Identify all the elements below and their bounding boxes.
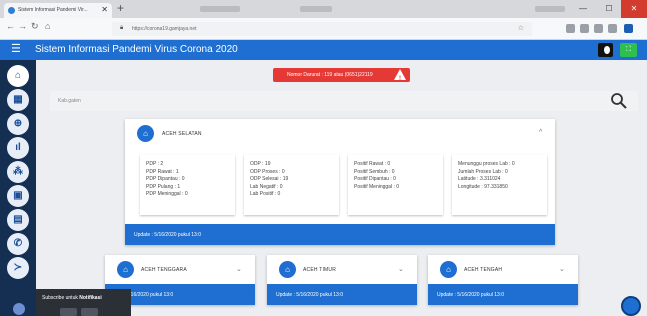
browser-tab-bar: Sistem Informasi Pandemi Vir... ✕ + — ☐ …: [0, 0, 647, 18]
url-text: https://corona19.gamjaya.net: [132, 26, 197, 32]
minimize-button[interactable]: —: [570, 0, 596, 18]
blurred-tab: [300, 6, 332, 12]
odp-stats: ODP : 19 ODP Proses : 0 ODP Selesai : 19…: [244, 155, 339, 215]
group-icon[interactable]: ⁂: [7, 161, 29, 183]
new-tab-button[interactable]: +: [117, 1, 124, 15]
region-card-aceh-timur[interactable]: ⌂ ACEH TIMUR ⌄ Update : 5/16/2020 pukul …: [267, 255, 417, 305]
map-icon[interactable]: ▦: [7, 89, 29, 111]
home-icon: ⌂: [117, 261, 134, 278]
stat-line: Lab Positif : 0: [250, 191, 281, 197]
terminal-icon[interactable]: ≻: [7, 257, 29, 279]
stat-line: Jumlah Proses Lab : 0: [458, 168, 508, 175]
stat-line: ODP Selesai : 19: [250, 176, 289, 182]
url-input[interactable]: 🔒︎ https://corona19.gamjaya.net ☆: [112, 22, 532, 36]
region-card-aceh-tengah[interactable]: ⌂ ACEH TENGAH ⌄ Update : 5/16/2020 pukul…: [428, 255, 578, 305]
floating-action-button[interactable]: [621, 296, 641, 316]
lab-stats: Menunggu proses Lab : 0 Jumlah Proses La…: [452, 155, 547, 215]
bookmark-star-icon[interactable]: ☆: [518, 24, 524, 32]
forward-icon[interactable]: →: [18, 21, 27, 31]
maximize-button[interactable]: ☐: [596, 0, 622, 18]
notification-text: Subscribe untuk Notifikasi: [42, 295, 102, 301]
chart-icon[interactable]: ıl: [7, 137, 29, 159]
stat-line: PDP Rawat : 1: [146, 168, 179, 175]
card-header[interactable]: ⌂ ACEH SELATAN ^: [125, 119, 555, 145]
back-icon[interactable]: ←: [6, 21, 15, 31]
warning-icon: [394, 69, 406, 86]
stat-line: PDP : 2: [146, 161, 164, 167]
lock-icon: 🔒︎: [120, 25, 124, 31]
update-bar: Update : 5/16/2020 pukul 13:0: [267, 284, 417, 305]
globe-icon[interactable]: ⊕: [7, 113, 29, 135]
search-icon[interactable]: [610, 92, 628, 110]
stat-line: Lab Negatif : 0: [250, 183, 283, 190]
region-title: ACEH TENGAH: [464, 267, 503, 273]
extension-icon[interactable]: [608, 24, 617, 33]
document-icon[interactable]: ▤: [7, 209, 29, 231]
page-title: Sistem Informasi Pandemi Virus Corona 20…: [35, 44, 238, 55]
app-header: ☰ Sistem Informasi Pandemi Virus Corona …: [0, 40, 647, 60]
stat-line: PDP Pulang : 1: [146, 183, 181, 190]
update-bar: Update : 5/16/2020 pukul 13:0: [125, 224, 555, 245]
menu-icon[interactable]: ☰: [11, 43, 21, 56]
notification-accept-button[interactable]: [60, 308, 77, 316]
stat-line: Longitude : 97.331850: [458, 183, 508, 190]
pdp-stats: PDP : 2 PDP Rawat : 1 PDP Dipantau : 0 P…: [140, 155, 235, 215]
home-browser-icon[interactable]: ⌂: [45, 21, 50, 31]
region-title: ACEH TENGGARA: [141, 267, 187, 273]
stat-line: ODP : 19: [250, 161, 271, 167]
close-window-button[interactable]: ✕: [621, 0, 647, 18]
region-title: ACEH TIMUR: [303, 267, 337, 273]
extension-icon[interactable]: [594, 24, 603, 33]
region-title: ACEH SELATAN: [162, 131, 202, 137]
update-bar: Update : 5/16/2020 pukul 13:0: [428, 284, 578, 305]
blurred-tab: [200, 6, 240, 12]
emergency-number-badge[interactable]: Nomor Darurat : 119 atau (0651)22119: [273, 68, 410, 86]
home-icon[interactable]: ⌂: [7, 65, 29, 87]
stat-line: Positif Meninggal : 0: [354, 183, 400, 190]
sidebar: ⌂ ▦ ⊕ ıl ⁂ ▣ ▤ ✆ ≻: [0, 60, 36, 316]
search-input[interactable]: Kab.gaten: [50, 91, 638, 111]
fullscreen-button[interactable]: ⛶: [620, 43, 637, 57]
positif-stats: Positif Rawat : 0 Positif Sembuh : 0 Pos…: [348, 155, 443, 215]
reload-icon[interactable]: ↻: [31, 21, 39, 32]
stat-line: PDP Dipantau : 0: [146, 176, 185, 182]
chevron-down-icon[interactable]: ⌄: [398, 265, 404, 273]
home-icon: ⌂: [440, 261, 457, 278]
tab-close-icon[interactable]: ✕: [101, 5, 108, 14]
chevron-up-icon[interactable]: ^: [539, 129, 542, 136]
moon-icon[interactable]: [598, 43, 613, 57]
extension-icon[interactable]: [580, 24, 589, 33]
search-placeholder: Kab.gaten: [58, 98, 81, 104]
chevron-down-icon[interactable]: ⌄: [236, 265, 242, 273]
stat-line: Positif Sembuh : 0: [354, 168, 395, 175]
home-icon: ⌂: [137, 125, 154, 142]
address-bar-row: ← → ↻ ⌂ 🔒︎ https://corona19.gamjaya.net …: [0, 18, 647, 40]
inbox-icon[interactable]: ▣: [7, 185, 29, 207]
notification-decline-button[interactable]: [81, 308, 98, 316]
stat-line: PDP Meninggal : 0: [146, 191, 188, 197]
emergency-number-text: Nomor Darurat : 119 atau (0651)22119: [287, 72, 373, 78]
stat-line: ODP Proses : 0: [250, 168, 285, 175]
stat-line: Latitude : 3.311024: [458, 176, 501, 182]
stat-line: Menunggu proses Lab : 0: [458, 161, 515, 167]
stat-line: Positif Dipantau : 0: [354, 176, 396, 182]
blurred-tab: [535, 6, 565, 12]
browser-tab[interactable]: Sistem Informasi Pandemi Vir... ✕: [4, 3, 112, 18]
browser-tab-title: Sistem Informasi Pandemi Vir...: [18, 7, 88, 13]
stat-line: Positif Rawat : 0: [354, 161, 391, 167]
extension-icon[interactable]: [566, 24, 575, 33]
chevron-down-icon[interactable]: ⌄: [559, 265, 565, 273]
profile-icon[interactable]: [624, 24, 633, 33]
avatar[interactable]: [13, 303, 25, 315]
favicon-icon: [8, 7, 15, 14]
region-card-aceh-selatan: ⌂ ACEH SELATAN ^ PDP : 2 PDP Rawat : 1 P…: [125, 119, 555, 245]
phone-icon[interactable]: ✆: [7, 233, 29, 255]
home-icon: ⌂: [279, 261, 296, 278]
notification-subscribe-popup: Subscribe untuk Notifikasi: [36, 289, 131, 316]
